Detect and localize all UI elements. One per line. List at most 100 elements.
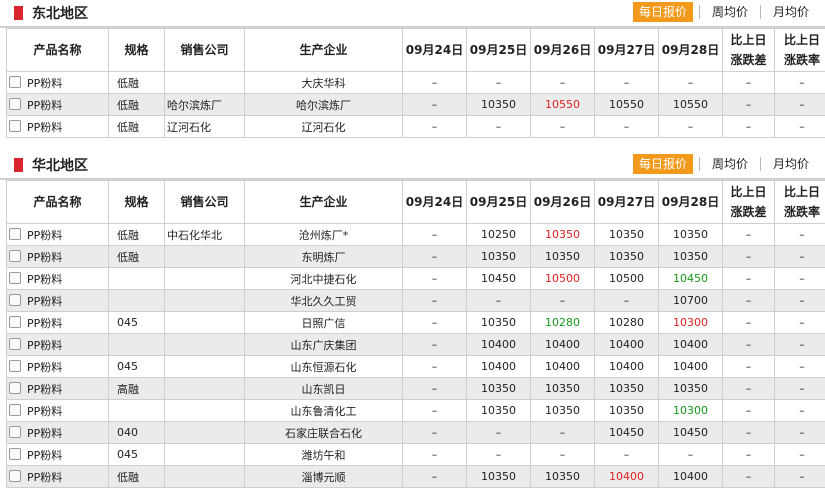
row-checkbox[interactable]	[9, 382, 21, 394]
seller-cell	[165, 268, 245, 290]
producer-cell: 大庆华科	[245, 72, 403, 94]
seller-cell	[165, 334, 245, 356]
header-row: 产品名称规格销售公司生产企业09月24日09月25日09月26日09月27日09…	[7, 181, 825, 224]
table-row: PP粉料045日照广信–10350102801028010300––	[7, 312, 825, 334]
row-checkbox[interactable]	[9, 448, 21, 460]
change-diff-cell: –	[723, 116, 775, 138]
row-checkbox[interactable]	[9, 360, 21, 372]
price-cell: 10280	[595, 312, 659, 334]
price-table: 产品名称规格销售公司生产企业09月24日09月25日09月26日09月27日09…	[6, 28, 825, 138]
spec-cell	[109, 400, 165, 422]
row-checkbox[interactable]	[9, 76, 21, 88]
spec-cell	[109, 290, 165, 312]
table-row: PP粉料045山东恒源石化–10400104001040010400––	[7, 356, 825, 378]
section-header: 东北地区 每日报价周均价月均价	[0, 0, 825, 28]
tab-monthly-average[interactable]: 月均价	[767, 154, 815, 174]
product-name-cell: PP粉料	[7, 72, 109, 94]
price-cell: 10400	[659, 334, 723, 356]
change-rate-cell: –	[775, 94, 825, 116]
table-row: PP粉料低融东明炼厂–10350103501035010350––	[7, 246, 825, 268]
seller-cell	[165, 444, 245, 466]
spec-cell: 低融	[109, 116, 165, 138]
row-checkbox[interactable]	[9, 120, 21, 132]
tab-daily-quote[interactable]: 每日报价	[633, 154, 693, 174]
row-checkbox[interactable]	[9, 316, 21, 328]
price-cell: 10400	[531, 356, 595, 378]
product-name: PP粉料	[27, 339, 62, 352]
tab-daily-quote[interactable]: 每日报价	[633, 2, 693, 22]
table-row: PP粉料低融哈尔滨炼厂哈尔滨炼厂–10350105501055010550––	[7, 94, 825, 116]
row-checkbox[interactable]	[9, 338, 21, 350]
producer-cell: 山东凯日	[245, 378, 403, 400]
table-row: PP粉料华北久久工贸––––10700––	[7, 290, 825, 312]
change-diff-cell: –	[723, 312, 775, 334]
row-checkbox[interactable]	[9, 250, 21, 262]
price-cell: –	[403, 356, 467, 378]
change-diff-cell: –	[723, 400, 775, 422]
change-rate-cell: –	[775, 378, 825, 400]
product-name-cell: PP粉料	[7, 334, 109, 356]
change-rate-cell: –	[775, 400, 825, 422]
seller-cell	[165, 72, 245, 94]
section-title: 东北地区	[32, 3, 88, 23]
spec-cell	[109, 268, 165, 290]
change-rate-cell: –	[775, 356, 825, 378]
section-marker	[14, 6, 23, 20]
price-cell: 10450	[659, 268, 723, 290]
change-rate-cell: –	[775, 290, 825, 312]
table-row: PP粉料高融山东凯日–10350103501035010350––	[7, 378, 825, 400]
price-cell: 10350	[659, 378, 723, 400]
row-checkbox[interactable]	[9, 294, 21, 306]
change-diff-cell: –	[723, 356, 775, 378]
column-header: 09月26日	[531, 181, 595, 224]
table-row: PP粉料低融辽河石化辽河石化–––––––	[7, 116, 825, 138]
row-checkbox[interactable]	[9, 228, 21, 240]
seller-cell	[165, 246, 245, 268]
product-name-cell: PP粉料	[7, 422, 109, 444]
column-header: 09月26日	[531, 29, 595, 72]
price-cell: 10350	[595, 378, 659, 400]
price-cell: –	[403, 444, 467, 466]
price-cell: 10350	[531, 400, 595, 422]
section-marker	[14, 158, 23, 172]
price-cell: –	[531, 116, 595, 138]
change-rate-cell: –	[775, 116, 825, 138]
column-header: 比上日涨跌率	[775, 181, 825, 224]
product-name: PP粉料	[27, 229, 62, 242]
change-diff-cell: –	[723, 444, 775, 466]
price-cell: –	[595, 72, 659, 94]
tab-weekly-average[interactable]: 周均价	[706, 2, 754, 22]
spec-cell: 040	[109, 422, 165, 444]
change-diff-cell: –	[723, 290, 775, 312]
change-diff-cell: –	[723, 246, 775, 268]
tab-monthly-average[interactable]: 月均价	[767, 2, 815, 22]
column-header: 09月28日	[659, 29, 723, 72]
price-cell: 10350	[659, 224, 723, 246]
price-cell: 10400	[467, 334, 531, 356]
seller-cell	[165, 400, 245, 422]
row-checkbox[interactable]	[9, 404, 21, 416]
price-cell: 10500	[531, 268, 595, 290]
producer-cell: 辽河石化	[245, 116, 403, 138]
price-cell: 10450	[467, 268, 531, 290]
table-row: PP粉料045潍坊午和–––––––	[7, 444, 825, 466]
tab-weekly-average[interactable]: 周均价	[706, 154, 754, 174]
price-cell: 10350	[467, 94, 531, 116]
change-diff-cell: –	[723, 268, 775, 290]
price-cell: –	[531, 72, 595, 94]
row-checkbox[interactable]	[9, 426, 21, 438]
seller-cell	[165, 422, 245, 444]
row-checkbox[interactable]	[9, 98, 21, 110]
seller-cell: 哈尔滨炼厂	[165, 94, 245, 116]
row-checkbox[interactable]	[9, 470, 21, 482]
column-header: 09月28日	[659, 181, 723, 224]
producer-cell: 哈尔滨炼厂	[245, 94, 403, 116]
row-checkbox[interactable]	[9, 272, 21, 284]
price-cell: –	[403, 72, 467, 94]
price-cell: –	[403, 400, 467, 422]
price-cell: –	[531, 290, 595, 312]
price-cell: 10350	[595, 400, 659, 422]
region-section: 华北地区每日报价周均价月均价产品名称规格销售公司生产企业09月24日09月25日…	[0, 152, 825, 488]
price-cell: 10280	[531, 312, 595, 334]
price-cell: 10350	[595, 246, 659, 268]
